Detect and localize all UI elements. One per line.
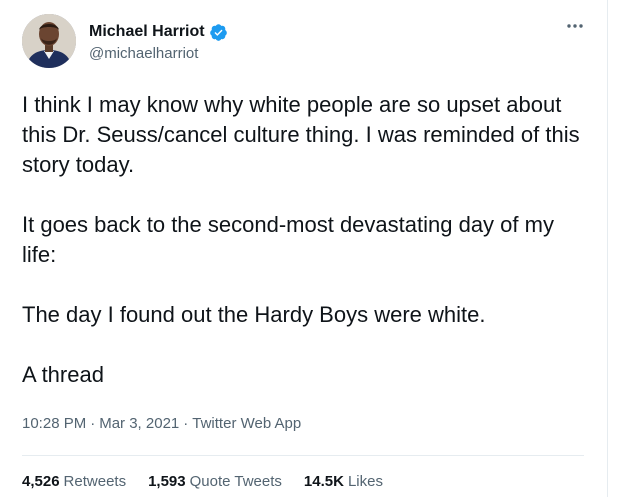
tweet-paragraph: It goes back to the second-most devastat… (22, 212, 554, 267)
handle[interactable]: @michaelharriot (89, 45, 228, 62)
display-name[interactable]: Michael Harriot (89, 23, 205, 41)
meta-separator: · (90, 415, 96, 432)
quote-tweets-count: 1,593 (148, 473, 186, 490)
likes-stat[interactable]: 14.5K Likes (304, 473, 383, 490)
retweets-stat[interactable]: 4,526 Retweets (22, 473, 126, 490)
tweet-date[interactable]: Mar 3, 2021 (99, 415, 179, 432)
more-dots-icon[interactable] (563, 14, 587, 38)
tweet-text: I think I may know why white people are … (22, 90, 592, 390)
tweet-header: Michael Harriot @michaelharriot (22, 14, 593, 70)
quote-tweets-label: Quote Tweets (189, 473, 282, 490)
quote-tweets-stat[interactable]: 1,593 Quote Tweets (148, 473, 282, 490)
tweet-paragraph: I think I may know why white people are … (22, 92, 580, 177)
author-block[interactable]: Michael Harriot @michaelharriot (89, 22, 228, 62)
display-name-row: Michael Harriot (89, 22, 228, 42)
likes-label: Likes (347, 473, 383, 490)
tweet-meta: 10:28 PM · Mar 3, 2021 · Twitter Web App (22, 415, 301, 432)
likes-count: 14.5K (303, 473, 344, 490)
retweets-label: Retweets (63, 473, 127, 490)
tweet-paragraph: A thread (22, 362, 104, 387)
tweet-paragraph: The day I found out the Hardy Boys were … (22, 302, 486, 327)
avatar[interactable] (22, 14, 76, 68)
tweet-card: Michael Harriot @michaelharriot I think … (0, 0, 608, 497)
retweets-count: 4,526 (22, 473, 60, 490)
divider (22, 455, 584, 456)
tweet-stats: 4,526 Retweets 1,593 Quote Tweets 14.5K Lik… (22, 473, 383, 490)
meta-separator: · (183, 415, 189, 432)
tweet-source[interactable]: Twitter Web App (192, 415, 301, 432)
verified-badge-icon (209, 23, 228, 42)
tweet-time[interactable]: 10:28 PM (22, 415, 86, 432)
